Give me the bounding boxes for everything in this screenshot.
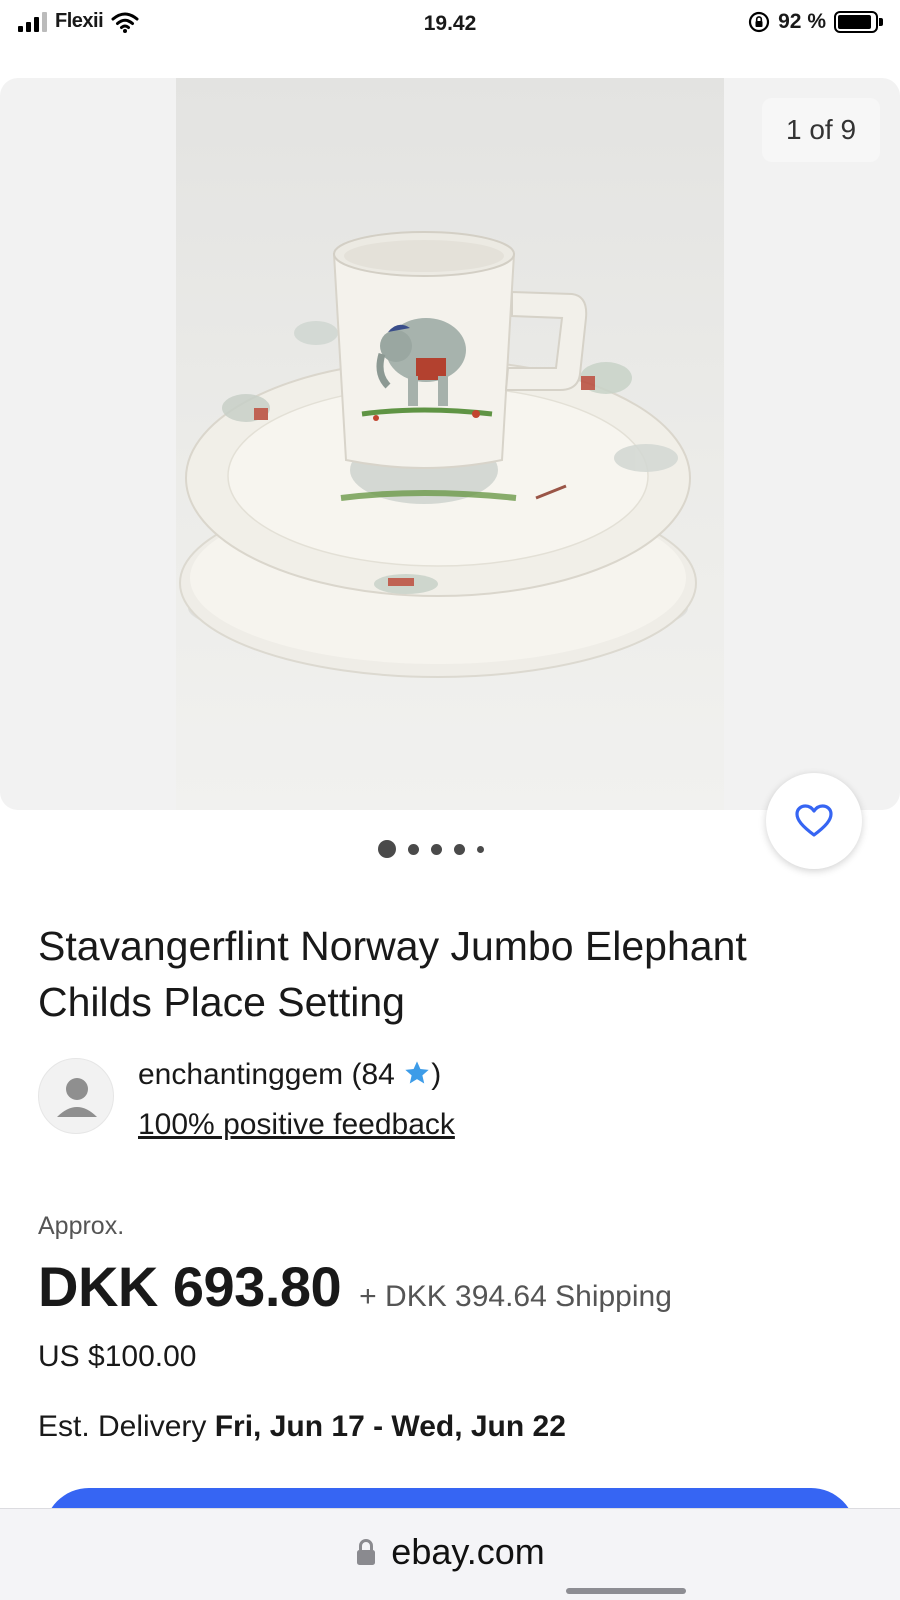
shipping-cost: + DKK 394.64 Shipping [359, 1280, 672, 1313]
seller-feedback-link[interactable]: 100% positive feedback [138, 1108, 455, 1142]
user-icon [57, 1078, 97, 1117]
lock-icon [357, 1539, 376, 1565]
delivery-dates: Fri, Jun 17 - Wed, Jun 22 [214, 1410, 566, 1443]
estimated-delivery: Est. Delivery Fri, Jun 17 - Wed, Jun 22 [38, 1410, 566, 1444]
item-price: DKK 693.80 [38, 1255, 342, 1318]
battery-icon [834, 11, 883, 33]
rotation-lock-icon [749, 11, 770, 33]
image-gallery[interactable]: 1 of 9 [0, 78, 900, 810]
heart-icon [795, 804, 833, 837]
delivery-label: Est. Delivery [38, 1410, 215, 1443]
page-dot[interactable] [431, 843, 442, 855]
listing-title: Stavangerflint Norway Jumbo Elephant Chi… [38, 923, 747, 1025]
page-dot[interactable] [454, 843, 465, 855]
page-dot[interactable] [477, 845, 484, 853]
page-dot[interactable] [408, 843, 419, 855]
product-photo[interactable] [176, 78, 724, 810]
image-pagination[interactable] [378, 840, 484, 858]
approx-label: Approx. [38, 1212, 125, 1240]
seller-name[interactable]: enchantinggem (84 ) [138, 1058, 441, 1092]
seller-name-close: ) [431, 1058, 442, 1091]
page-dot[interactable] [378, 840, 396, 858]
browser-url-bar[interactable]: ebay.com [0, 1508, 900, 1600]
place-setting-illustration [179, 231, 697, 678]
watchlist-button[interactable] [766, 773, 862, 869]
seller-info[interactable]: enchantinggem (84 ) 100% positive feedba… [38, 1058, 858, 1141]
home-indicator[interactable] [566, 1588, 686, 1594]
price-row: DKK 693.80 + DKK 394.64 Shipping [38, 1254, 672, 1319]
status-right: 92 % [748, 10, 883, 34]
usd-price: US $100.00 [38, 1340, 197, 1373]
image-counter: 1 of 9 [762, 98, 880, 162]
battery-percentage: 92 % [778, 10, 826, 33]
star-icon [405, 1061, 429, 1084]
status-bar: Flexii 19.42 92 % [0, 0, 900, 52]
seller-avatar[interactable] [38, 1058, 114, 1134]
seller-name-text[interactable]: enchantinggem (84 [138, 1058, 403, 1091]
url-text[interactable]: ebay.com [391, 1531, 544, 1573]
